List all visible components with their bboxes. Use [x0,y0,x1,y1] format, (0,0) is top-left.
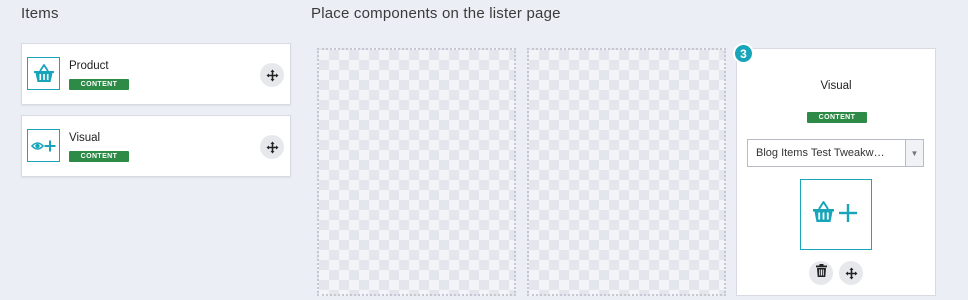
add-product-button[interactable] [800,179,872,250]
move-icon[interactable] [839,261,863,285]
delete-button[interactable] [809,261,833,285]
item-label-visual: Visual [69,132,101,144]
select-value: Blog Items Test Tweakw… [756,147,885,159]
basket-icon [27,57,60,90]
item-card-product[interactable]: Product CONTENT [21,43,291,105]
item-label-product: Product [69,60,109,72]
content-badge: CONTENT [807,112,867,123]
item-card-visual[interactable]: Visual CONTENT [21,115,291,177]
dropzone-slot-2[interactable] [527,48,726,296]
items-heading: Items [21,5,59,22]
position-number-badge: 3 [733,43,754,64]
move-icon[interactable] [260,135,284,159]
move-icon[interactable] [260,63,284,87]
dropzone-slot-1[interactable] [317,48,516,296]
lister-heading: Place components on the lister page [311,5,561,22]
chevron-down-icon[interactable]: ▼ [905,140,923,166]
trash-icon [815,264,827,282]
eye-plus-icon [27,129,60,162]
placed-component-card: Visual CONTENT Blog Items Test Tweakw… ▼ [736,48,936,296]
content-badge: CONTENT [69,79,129,90]
placed-component-title: Visual [820,80,852,92]
blog-items-select[interactable]: Blog Items Test Tweakw… ▼ [747,139,924,167]
content-badge: CONTENT [69,151,129,162]
basket-plus-icon [812,199,860,230]
